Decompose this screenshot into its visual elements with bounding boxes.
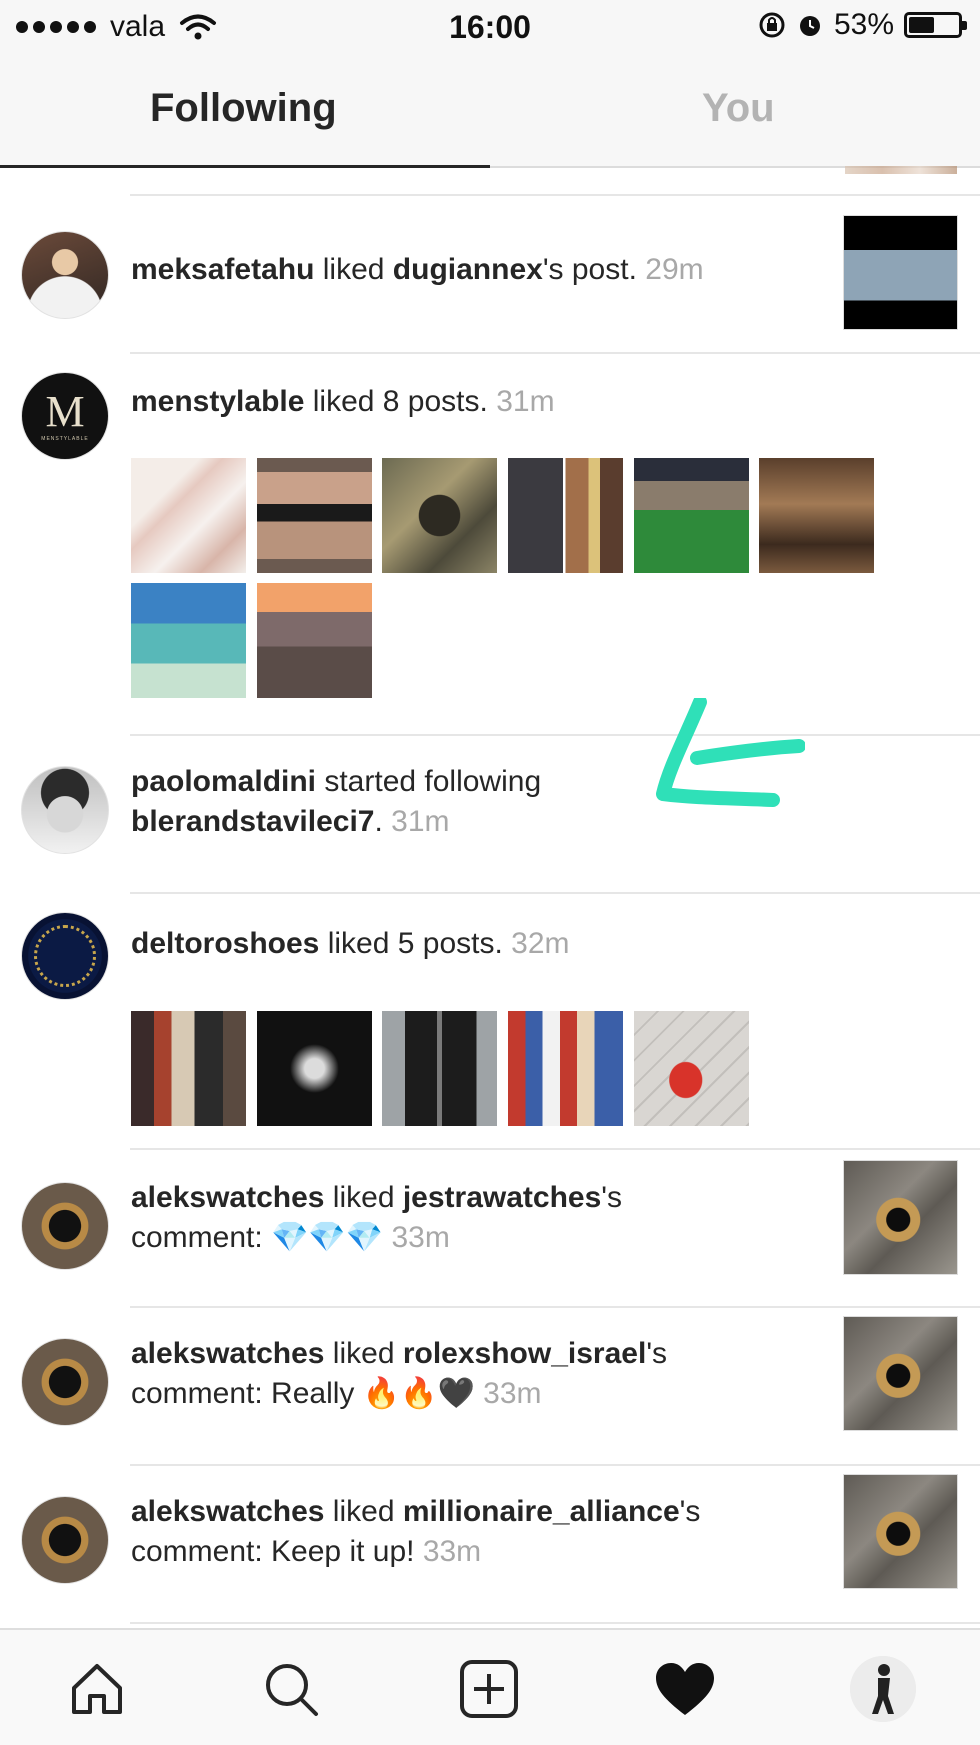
battery-icon	[904, 12, 967, 38]
timestamp: 33m	[422, 1535, 482, 1568]
timestamp: 31m	[496, 385, 555, 418]
target-username[interactable]: millionaire_alliance	[403, 1495, 680, 1528]
comment-emoji: 🔥	[362, 1377, 401, 1410]
home-icon[interactable]	[64, 1656, 130, 1722]
action-text: liked	[324, 1495, 403, 1528]
tab-following[interactable]: Following	[150, 86, 337, 131]
comment-emoji: 💎	[345, 1221, 384, 1254]
post-thumbnail[interactable]	[131, 583, 246, 698]
avatar[interactable]	[21, 1496, 109, 1584]
action-text: liked	[324, 1337, 403, 1370]
profile-avatar[interactable]	[850, 1656, 916, 1722]
avatar-logo-letter: M	[45, 387, 85, 436]
username[interactable]: alekswatches	[131, 1495, 324, 1528]
activity-text: alekswatches liked jestrawatches's comme…	[131, 1178, 622, 1258]
post-thumbnail[interactable]	[843, 1316, 958, 1431]
list-item[interactable]: alekswatches liked millionaire_alliance'…	[0, 1466, 980, 1622]
activity-text: deltoroshoes liked 5 posts. 32m	[131, 924, 570, 964]
suffix-text: .	[374, 805, 383, 838]
suffix-text: 's	[646, 1337, 668, 1370]
avatar[interactable]	[21, 912, 109, 1000]
timestamp: 29m	[645, 253, 704, 286]
suffix-text: 's	[601, 1181, 623, 1214]
comment-emoji: 💎	[308, 1221, 346, 1254]
comment-emoji: 💎	[271, 1221, 309, 1254]
activity-text: paolomaldini started following blerandst…	[131, 762, 541, 842]
target-username[interactable]: blerandstavileci7	[131, 805, 374, 838]
suffix-text: 's post.	[542, 253, 637, 286]
post-thumbnail[interactable]	[843, 1474, 958, 1589]
previous-item-thumbnail-edge	[845, 166, 957, 174]
timestamp: 32m	[511, 927, 570, 960]
comment-text: comment: Really	[131, 1377, 363, 1410]
post-thumbnail[interactable]	[131, 354, 246, 469]
activity-text: alekswatches liked millionaire_alliance'…	[131, 1492, 700, 1572]
list-item[interactable]: alekswatches liked jestrawatches's comme…	[0, 1150, 980, 1306]
username[interactable]: alekswatches	[131, 1181, 324, 1214]
username[interactable]: paolomaldini	[131, 765, 316, 798]
list-item[interactable]: paolomaldini started following blerandst…	[0, 736, 980, 892]
rotation-lock-icon	[759, 12, 785, 38]
activity-text: alekswatches liked rolexshow_israel's co…	[131, 1334, 667, 1414]
annotation-arrow-icon	[656, 698, 805, 807]
timestamp: 33m	[391, 1221, 450, 1254]
post-thumbnail[interactable]	[759, 458, 874, 573]
heart-icon[interactable]	[652, 1656, 718, 1722]
active-tab-indicator	[0, 165, 490, 168]
avatar[interactable]: M MENSTYLABLE	[21, 372, 109, 460]
target-username[interactable]: jestrawatches	[403, 1181, 601, 1214]
post-thumbnail[interactable]	[634, 458, 749, 573]
post-thumbnail[interactable]	[508, 1011, 623, 1126]
activity-text: meksafetahu liked dugiannex's post. 29m	[131, 250, 704, 290]
username[interactable]: alekswatches	[131, 1337, 324, 1370]
comment-emoji: 🔥	[400, 1377, 438, 1410]
list-item[interactable]: alekswatches liked rolexshow_israel's co…	[0, 1308, 980, 1464]
post-thumbnail[interactable]	[508, 458, 623, 573]
target-username[interactable]: dugiannex	[393, 253, 543, 286]
list-item[interactable]: meksafetahu liked dugiannex's post. 29m	[0, 200, 980, 350]
post-thumbnail[interactable]	[382, 458, 497, 573]
avatar[interactable]	[21, 231, 109, 319]
target-username[interactable]: rolexshow_israel	[403, 1337, 646, 1370]
username[interactable]: meksafetahu	[131, 253, 314, 286]
bottom-navigation	[0, 1628, 980, 1745]
activity-tab-bar: Following You	[0, 56, 980, 168]
timestamp: 33m	[483, 1377, 542, 1410]
crest-emblem	[34, 925, 96, 987]
action-text: liked	[324, 1181, 403, 1214]
post-thumbnail[interactable]	[257, 458, 372, 573]
username[interactable]: deltoroshoes	[131, 927, 319, 960]
avatar[interactable]	[21, 1182, 109, 1270]
post-thumbnail[interactable]	[843, 1160, 958, 1275]
divider	[130, 1622, 980, 1624]
timestamp: 31m	[391, 805, 450, 838]
post-thumbnail[interactable]	[382, 1011, 497, 1126]
action-text: liked 5 posts.	[319, 927, 503, 960]
comment-emoji: 🖤	[437, 1377, 475, 1410]
action-text: started following	[316, 765, 542, 798]
search-icon[interactable]	[258, 1656, 324, 1722]
action-text: liked	[314, 253, 393, 286]
post-thumbnail[interactable]	[257, 583, 372, 698]
avatar[interactable]	[21, 766, 109, 854]
alarm-icon	[799, 16, 820, 36]
post-thumbnail[interactable]	[131, 458, 246, 573]
action-text: liked 8 posts.	[304, 385, 488, 418]
suffix-text: 's	[679, 1495, 701, 1528]
post-thumbnail[interactable]	[131, 1011, 246, 1126]
avatar-logo-caption: MENSTYLABLE	[41, 436, 89, 442]
comment-text: comment:	[131, 1221, 272, 1254]
status-bar: vala 16:00 53%	[0, 0, 980, 56]
add-post-icon[interactable]	[456, 1656, 522, 1722]
tab-you[interactable]: You	[702, 86, 775, 131]
battery-percent: 53%	[833, 8, 894, 41]
post-thumbnail[interactable]	[843, 215, 958, 330]
status-right: 53%	[758, 8, 967, 42]
divider	[130, 194, 980, 196]
avatar[interactable]	[21, 1338, 109, 1426]
post-thumbnail[interactable]	[257, 1011, 372, 1126]
post-thumbnail[interactable]	[634, 1011, 749, 1126]
comment-text: comment: Keep it up!	[131, 1535, 423, 1568]
